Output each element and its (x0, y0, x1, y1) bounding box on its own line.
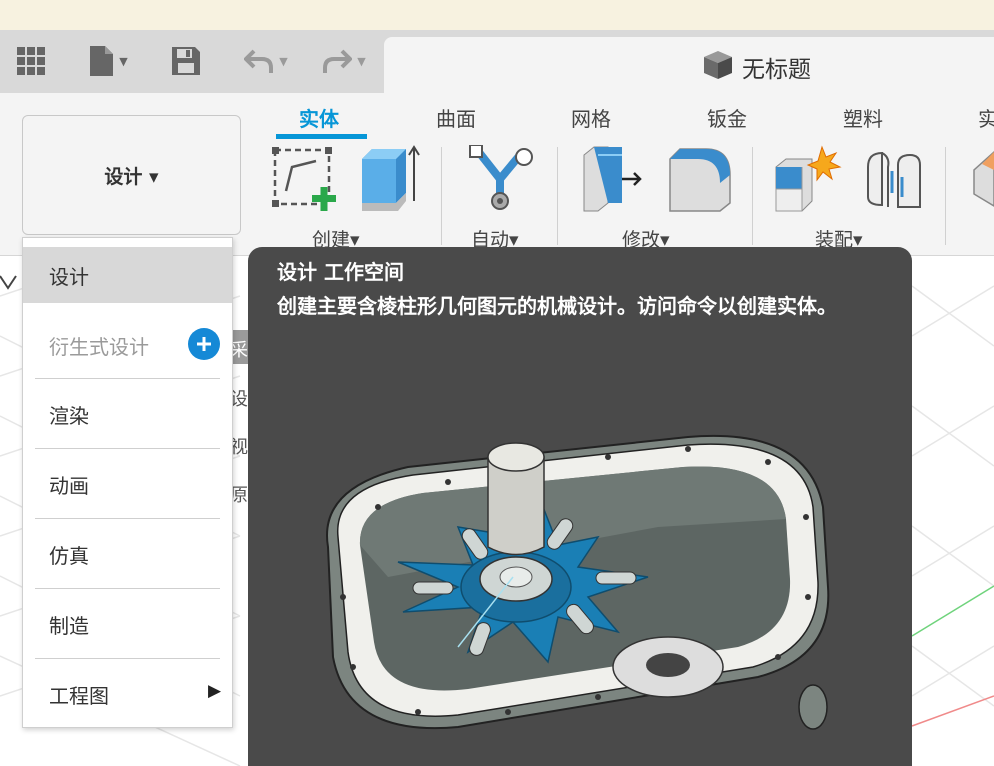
undo-button[interactable]: ▼ (236, 44, 296, 78)
file-icon (90, 46, 114, 76)
add-extension-icon[interactable] (188, 328, 220, 360)
gearbox-model-illustration (326, 434, 830, 730)
menu-item-label: 动画 (49, 473, 89, 498)
ribbon-separator (557, 147, 558, 245)
chevron-down-icon: ▼ (279, 54, 288, 68)
utility-tool-icon[interactable] (968, 150, 994, 210)
document-cube-icon (704, 51, 732, 79)
file-menu-button[interactable]: ▼ (80, 44, 136, 78)
menu-item-label: 衍生式设计 (49, 334, 149, 359)
undo-icon (244, 49, 274, 73)
joint-icon[interactable] (862, 147, 924, 213)
submenu-arrow-icon: ▶ (208, 681, 222, 701)
document-tab[interactable] (384, 37, 994, 93)
menu-item-label: 渲染 (49, 403, 89, 428)
top-notification-band (0, 0, 994, 30)
menu-item-render[interactable]: 渲染 (23, 379, 232, 449)
tab-sheet-metal[interactable]: 钣金 (707, 103, 747, 132)
chevron-down-icon: ▼ (357, 54, 366, 68)
tab-mesh[interactable]: 网格 (571, 103, 611, 132)
tab-utilities[interactable]: 实 (978, 103, 994, 132)
tab-surface[interactable]: 曲面 (436, 103, 476, 132)
menu-item-label: 制造 (49, 613, 89, 638)
save-button[interactable] (170, 44, 202, 78)
redo-button[interactable]: ▼ (314, 44, 374, 78)
menu-item-manufacture[interactable]: 制造 (23, 589, 232, 659)
active-tab-indicator (276, 134, 367, 139)
menu-item-label: 仿真 (49, 543, 89, 568)
workspace-selector[interactable]: 设计 ▾ (22, 115, 241, 235)
tooltip-description: 创建主要含棱柱形几何图元的机械设计。访问命令以创建实体。 (277, 294, 837, 318)
new-component-icon[interactable] (774, 145, 844, 213)
create-sketch-icon[interactable] (272, 147, 338, 213)
menu-item-label: 设计 (49, 264, 89, 289)
ribbon-separator (945, 147, 946, 245)
workspace-dropdown-menu: 设计 衍生式设计 渲染 动画 仿真 制造 工程图 ▶ (22, 237, 233, 728)
tab-solid[interactable]: 实体 (299, 103, 339, 132)
menu-item-label: 工程图 (49, 683, 109, 708)
menu-item-simulation[interactable]: 仿真 (23, 519, 232, 589)
menu-item-design[interactable]: 设计 (23, 247, 232, 303)
app-grid-icon (17, 47, 45, 75)
press-pull-icon[interactable] (582, 145, 644, 213)
fillet-icon[interactable] (666, 145, 734, 213)
tab-plastic[interactable]: 塑料 (843, 103, 883, 132)
document-title: 无标题 (742, 57, 811, 83)
redo-icon (323, 49, 353, 73)
app-grid-button[interactable] (14, 44, 48, 78)
extrude-icon[interactable] (358, 145, 420, 213)
workspace-tooltip: 设计 工作空间 创建主要含棱柱形几何图元的机械设计。访问命令以创建实体。 (248, 247, 912, 766)
automate-icon[interactable] (468, 145, 534, 211)
menu-item-animation[interactable]: 动画 (23, 449, 232, 519)
chevron-down-icon: ▼ (119, 54, 128, 68)
save-icon (172, 47, 200, 75)
ribbon-separator (441, 147, 442, 245)
ribbon-separator (752, 147, 753, 245)
menu-item-drawing[interactable]: 工程图 (23, 659, 232, 729)
plus-icon (197, 337, 211, 351)
tooltip-title: 设计 工作空间 (277, 260, 404, 284)
